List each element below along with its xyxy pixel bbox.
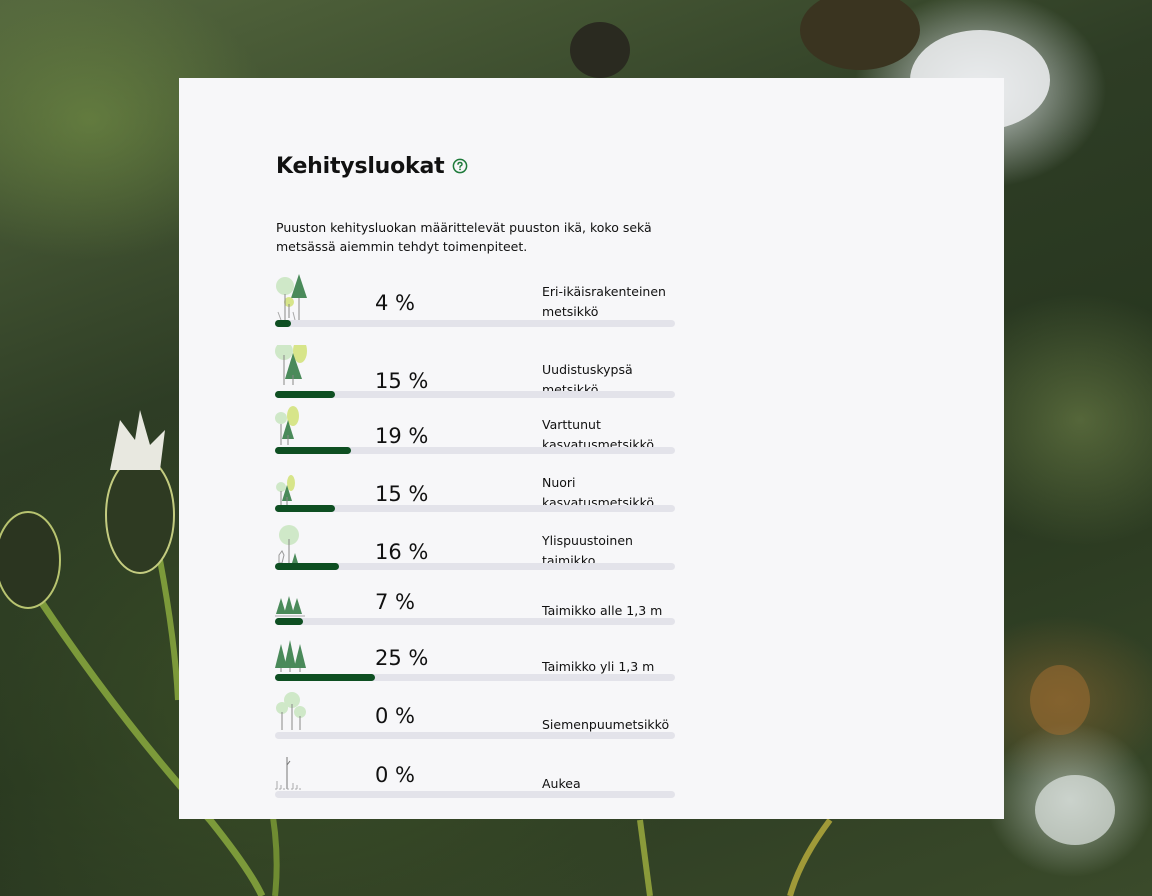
progress-fill (275, 447, 351, 454)
progress-track (275, 791, 675, 798)
class-percent: 4 % (375, 291, 415, 315)
seedling-stand-with-overstory-icon (278, 525, 299, 563)
class-percent: 16 % (375, 540, 429, 564)
class-row-uudistuskypsa: 15 % Uudistuskypsä metsikkö (275, 345, 675, 398)
help-circle-icon[interactable] (452, 158, 468, 174)
progress-track (275, 391, 675, 398)
small-seedlings-icon (275, 596, 305, 617)
progress-fill (275, 391, 335, 398)
class-row-nuori: 15 % Nuori kasvatusmetsikkö (275, 462, 675, 512)
class-label: Eri-ikäisrakenteinen metsikkö (542, 284, 666, 319)
section-heading: Kehitysluokat (276, 152, 468, 180)
class-row-aukea: 0 % Aukea (275, 748, 675, 798)
class-row-ylispuustoinen: 16 % Ylispuustoinen taimikko (275, 520, 675, 570)
class-percent: 25 % (375, 646, 429, 670)
mixed-age-forest-icon (276, 274, 307, 320)
progress-track (275, 447, 675, 454)
class-row-varttunut: 19 % Varttunut kasvatusmetsikkö (275, 404, 675, 454)
progress-track (275, 563, 675, 570)
section-title: Kehitysluokat (276, 153, 445, 179)
advanced-thinning-forest-icon (275, 406, 299, 445)
progress-fill (275, 505, 335, 512)
open-area-icon (275, 757, 301, 790)
class-percent: 15 % (375, 482, 429, 506)
section-description: Puuston kehitysluokan määrittelevät puus… (276, 219, 652, 255)
progress-fill (275, 563, 339, 570)
class-row-siemenpuu: 0 % Siemenpuumetsikkö (275, 689, 675, 739)
development-classes-card: Kehitysluokat Puuston kehitysluokan määr… (179, 78, 1004, 819)
progress-track (275, 320, 675, 327)
class-percent: 7 % (375, 590, 415, 614)
progress-track (275, 505, 675, 512)
seed-tree-stand-icon (276, 692, 306, 730)
class-row-taimikko-alle: 7 % Taimikko alle 1,3 m (275, 575, 675, 625)
class-row-taimikko-yli: 25 % Taimikko yli 1,3 m (275, 631, 675, 681)
class-percent: 0 % (375, 763, 415, 787)
progress-track (275, 732, 675, 739)
mature-forest-icon (275, 345, 307, 385)
class-percent: 0 % (375, 704, 415, 728)
progress-fill (275, 618, 303, 625)
progress-fill (275, 674, 375, 681)
class-percent: 19 % (375, 424, 429, 448)
large-seedlings-icon (275, 640, 306, 672)
progress-track (275, 618, 675, 625)
class-row-eri-ikaisrakenteinen: 4 % Eri-ikäisrakenteinen metsikkö (275, 274, 675, 327)
young-thinning-forest-icon (276, 475, 295, 505)
progress-fill (275, 320, 291, 327)
progress-track (275, 674, 675, 681)
